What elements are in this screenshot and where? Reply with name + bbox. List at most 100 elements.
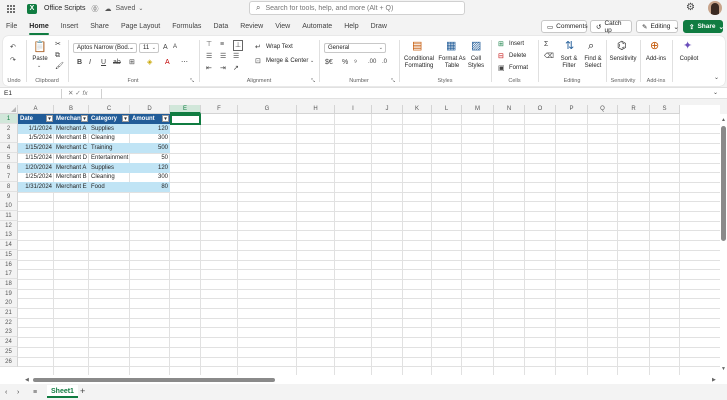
column-header-e[interactable]: E xyxy=(170,105,201,114)
align-right-icon[interactable]: ☰ xyxy=(233,52,239,61)
table-cell[interactable]: 120 xyxy=(130,162,170,173)
row-header-1[interactable]: 1 xyxy=(0,114,18,124)
font-launcher-icon[interactable]: ⤡ xyxy=(190,78,194,84)
currency-icon[interactable]: $€ xyxy=(325,58,333,67)
delete-cells-icon[interactable]: ⊟ xyxy=(498,52,504,61)
scroll-up-icon[interactable]: ▲ xyxy=(721,117,726,123)
table-cell[interactable]: 50 xyxy=(130,153,170,163)
table-cell[interactable]: 1/15/2024 xyxy=(18,143,54,154)
find-select-icon[interactable]: ⌕ xyxy=(588,40,594,52)
redo-icon[interactable]: ↷ xyxy=(10,56,16,65)
column-header-s[interactable]: S xyxy=(650,105,680,114)
format-painter-icon[interactable]: 🖌 xyxy=(55,62,64,71)
column-header-c[interactable]: C xyxy=(89,105,130,114)
column-header-q[interactable]: Q xyxy=(588,105,618,114)
table-cell[interactable]: Merchant A xyxy=(54,123,89,134)
format-as-table-icon[interactable]: ▦ xyxy=(446,40,456,52)
table-header-cell[interactable]: Amount ▾ xyxy=(130,114,170,124)
vertical-scroll-thumb[interactable] xyxy=(721,126,726,241)
orientation-icon[interactable]: ↗ xyxy=(233,64,239,73)
row-header-5[interactable]: 5 xyxy=(0,152,18,163)
column-header-d[interactable]: D xyxy=(130,105,170,114)
insert-cells-icon[interactable]: ⊞ xyxy=(498,40,504,49)
percent-icon[interactable]: % xyxy=(342,58,348,67)
next-sheet-icon[interactable]: › xyxy=(17,388,19,397)
table-cell[interactable]: 1/31/2024 xyxy=(18,181,54,192)
number-launcher-icon[interactable]: ⤡ xyxy=(391,78,395,84)
format-cells-icon[interactable]: ▣ xyxy=(498,64,505,73)
table-cell[interactable]: 120 xyxy=(130,123,170,134)
table-cell[interactable]: 80 xyxy=(130,181,170,192)
copilot-icon[interactable]: ✦ xyxy=(683,40,692,52)
row-header-6[interactable]: 6 xyxy=(0,162,18,173)
number-format-select[interactable]: General ⌄ xyxy=(324,43,386,53)
decrease-decimal-icon[interactable]: .0 xyxy=(382,58,387,67)
tab-review[interactable]: Review xyxy=(234,19,269,35)
table-cell[interactable]: Food xyxy=(89,181,130,192)
clear-icon[interactable]: ⌫ xyxy=(544,52,554,61)
tab-view[interactable]: View xyxy=(269,19,296,35)
align-left-icon[interactable]: ☰ xyxy=(206,52,212,61)
row-header-15[interactable]: 15 xyxy=(0,249,18,260)
table-cell[interactable]: 1/1/2024 xyxy=(18,123,54,134)
filter-dropdown-icon[interactable]: ▾ xyxy=(162,115,169,122)
gear-icon[interactable]: ⚙ xyxy=(686,2,695,13)
bold-icon[interactable]: B xyxy=(77,58,82,67)
row-header-9[interactable]: 9 xyxy=(0,191,18,202)
tab-data[interactable]: Data xyxy=(207,19,234,35)
merge-center-icon[interactable]: ⊡ xyxy=(255,57,261,66)
tab-file[interactable]: File xyxy=(0,19,23,35)
row-header-23[interactable]: 23 xyxy=(0,327,18,338)
row-header-8[interactable]: 8 xyxy=(0,181,18,192)
row-header-18[interactable]: 18 xyxy=(0,278,18,289)
tab-share[interactable]: Share xyxy=(84,19,115,35)
tab-automate[interactable]: Automate xyxy=(296,19,338,35)
table-cell[interactable]: 500 xyxy=(130,143,170,154)
scroll-down-icon[interactable]: ▼ xyxy=(721,366,726,372)
increase-font-icon[interactable]: A xyxy=(163,43,168,52)
column-header-l[interactable]: L xyxy=(432,105,462,114)
table-cell[interactable]: Cleaning xyxy=(89,172,130,182)
align-center-icon[interactable]: ☰ xyxy=(220,52,226,61)
table-cell[interactable]: Supplies xyxy=(89,123,130,134)
tab-home[interactable]: Home xyxy=(23,19,54,35)
sensitivity-icon[interactable]: ⓪ xyxy=(92,4,99,14)
addins-button[interactable]: Add-ins xyxy=(642,56,670,63)
cancel-icon[interactable]: ✕ xyxy=(68,90,73,97)
cut-icon[interactable]: ✂ xyxy=(55,40,61,49)
tab-page-layout[interactable]: Page Layout xyxy=(115,19,166,35)
column-header-o[interactable]: O xyxy=(525,105,556,114)
table-cell[interactable]: Merchant D xyxy=(54,153,89,163)
insert-button[interactable]: Insert xyxy=(509,40,524,49)
table-cell[interactable]: Merchant A xyxy=(54,162,89,173)
table-cell[interactable]: 1/20/2024 xyxy=(18,162,54,173)
column-header-g[interactable]: G xyxy=(238,105,297,114)
underline-icon[interactable]: U xyxy=(101,58,106,67)
sheet-tab-sheet1[interactable]: Sheet1 xyxy=(47,385,78,398)
add-sheet-icon[interactable]: + xyxy=(80,387,85,396)
row-header-14[interactable]: 14 xyxy=(0,240,18,251)
avatar[interactable] xyxy=(708,1,722,15)
tab-formulas[interactable]: Formulas xyxy=(166,19,207,35)
more-options-icon[interactable]: ⋯ xyxy=(181,58,188,67)
column-header-b[interactable]: B xyxy=(54,105,89,114)
table-cell[interactable]: 300 xyxy=(130,172,170,182)
row-header-22[interactable]: 22 xyxy=(0,317,18,328)
wrap-text-button[interactable]: Wrap Text xyxy=(266,43,293,52)
fill-color-icon[interactable]: ◈ xyxy=(147,58,152,67)
wrap-text-icon[interactable]: ↵ xyxy=(255,43,261,52)
table-cell[interactable]: Merchant E xyxy=(54,181,89,192)
format-as-table-button[interactable]: Format As Table xyxy=(438,56,466,70)
cell-styles-button[interactable]: Cell Styles xyxy=(466,56,486,70)
decrease-indent-icon[interactable]: ⇤ xyxy=(206,64,212,73)
column-header-i[interactable]: I xyxy=(335,105,372,114)
row-header-10[interactable]: 10 xyxy=(0,201,18,212)
column-header-f[interactable]: F xyxy=(201,105,238,114)
horizontal-scroll-thumb[interactable] xyxy=(33,378,275,382)
column-header-a[interactable]: A xyxy=(18,105,54,114)
column-header-j[interactable]: J xyxy=(372,105,403,114)
all-sheets-icon[interactable]: ≡ xyxy=(33,388,37,397)
merge-center-button[interactable]: Merge & Center xyxy=(266,57,308,66)
conditional-formatting-icon[interactable]: ▤ xyxy=(412,40,422,52)
fx-icon[interactable]: fx xyxy=(83,90,88,97)
